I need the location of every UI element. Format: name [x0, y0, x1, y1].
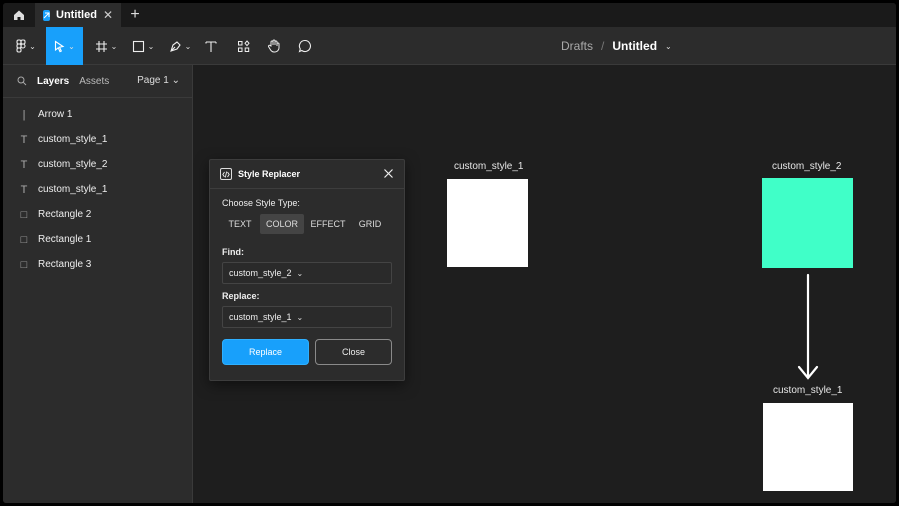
layer-item[interactable]: T custom_style_2 [3, 152, 192, 177]
choose-style-label: Choose Style Type: [222, 198, 300, 208]
figma-file-icon [43, 9, 50, 21]
tab-layers[interactable]: Layers [37, 76, 69, 87]
rectangle-white-bottom[interactable] [763, 403, 853, 491]
layer-item[interactable]: | Arrow 1 [3, 102, 192, 127]
pen-tool-button[interactable]: ⌄ [165, 27, 195, 65]
chevron-down-icon[interactable]: ⌄ [665, 42, 672, 51]
cursor-arrow-icon [55, 39, 65, 52]
rectangle-icon [132, 40, 144, 52]
rectangle-icon: □ [20, 258, 28, 271]
figma-logo-icon [16, 39, 26, 53]
panel-tabs: Layers Assets Page 1 ⌄ [3, 65, 192, 98]
tab-assets[interactable]: Assets [79, 76, 109, 87]
comment-tool-button[interactable] [295, 27, 315, 65]
find-label: Find: [222, 247, 244, 257]
layer-item[interactable]: T custom_style_1 [3, 127, 192, 152]
resources-button[interactable] [233, 27, 253, 65]
shape-tool-button[interactable]: ⌄ [128, 27, 158, 65]
close-tab-icon[interactable]: ✕ [103, 8, 113, 22]
replace-select[interactable]: custom_style_1 ⌄ [222, 306, 392, 328]
layer-label: custom_style_1 [38, 184, 108, 195]
layer-label: Rectangle 2 [38, 209, 92, 220]
layer-label: custom_style_1 [38, 134, 108, 145]
replace-button[interactable]: Replace [222, 339, 309, 365]
layer-label: Rectangle 3 [38, 259, 92, 270]
new-tab-button[interactable]: + [121, 3, 149, 27]
tab-bar: Untitled ✕ + [3, 3, 896, 27]
find-select[interactable]: custom_style_2 ⌄ [222, 262, 392, 284]
frame-tool-button[interactable]: ⌄ [91, 27, 121, 65]
type-option-effect[interactable]: EFFECT [308, 214, 348, 234]
canvas-label[interactable]: custom_style_1 [454, 161, 523, 172]
text-icon: T [20, 158, 28, 171]
text-icon: T [20, 183, 28, 196]
document-title-area: Drafts / Untitled ⌄ [561, 27, 672, 65]
rectangle-white-top[interactable] [447, 179, 528, 267]
chevron-down-icon: ⌄ [184, 41, 192, 51]
chevron-down-icon: ⌄ [110, 41, 118, 51]
tab-label: Untitled [56, 9, 97, 21]
move-tool-button[interactable]: ⌄ [46, 27, 83, 65]
layer-label: Arrow 1 [38, 109, 73, 120]
layer-label: custom_style_2 [38, 159, 108, 170]
chevron-down-icon: ⌄ [147, 41, 155, 51]
search-icon[interactable] [17, 76, 27, 86]
hand-tool-button[interactable] [264, 27, 284, 65]
replace-label: Replace: [222, 291, 260, 301]
page-selector[interactable]: Page 1 ⌄ [137, 75, 180, 86]
home-icon [14, 10, 24, 20]
document-title[interactable]: Untitled [612, 39, 657, 53]
close-icon[interactable] [383, 168, 394, 179]
layer-item[interactable]: □ Rectangle 1 [3, 227, 192, 252]
type-option-color[interactable]: COLOR [260, 214, 304, 234]
code-icon [220, 168, 232, 180]
hand-icon [268, 39, 280, 53]
type-option-text[interactable]: TEXT [222, 214, 258, 234]
style-replacer-dialog: Style Replacer Choose Style Type: TEXT C… [209, 159, 405, 381]
layers-panel: Layers Assets Page 1 ⌄ | Arrow 1 T custo… [3, 65, 193, 503]
find-value: custom_style_2 [229, 268, 292, 278]
type-option-grid[interactable]: GRID [353, 214, 387, 234]
layer-item[interactable]: □ Rectangle 2 [3, 202, 192, 227]
rectangle-icon: □ [20, 208, 28, 221]
breadcrumb-separator: / [601, 39, 605, 53]
close-button[interactable]: Close [315, 339, 392, 365]
chevron-down-icon: ⌄ [296, 268, 304, 278]
text-tool-button[interactable] [201, 27, 221, 65]
dialog-title: Style Replacer [238, 169, 301, 179]
chevron-down-icon: ⌄ [296, 312, 304, 322]
app-window: Untitled ✕ + ⌄ ⌄ ⌄ ⌄ ⌄ Drafts / Untitled… [0, 0, 899, 506]
text-icon [205, 40, 217, 52]
line-icon: | [22, 108, 26, 121]
rectangle-icon: □ [20, 233, 28, 246]
replace-value: custom_style_1 [229, 312, 292, 322]
layer-label: Rectangle 1 [38, 234, 92, 245]
text-icon: T [20, 133, 28, 146]
breadcrumb-drafts[interactable]: Drafts [561, 39, 593, 53]
comment-icon [298, 39, 311, 53]
toolbar: ⌄ ⌄ ⌄ ⌄ ⌄ Drafts / Untitled ⌄ [3, 27, 896, 65]
layer-item[interactable]: T custom_style_1 [3, 177, 192, 202]
rectangle-teal[interactable] [762, 178, 853, 268]
canvas-label[interactable]: custom_style_2 [772, 161, 841, 172]
canvas-label[interactable]: custom_style_1 [773, 385, 842, 396]
chevron-down-icon: ⌄ [68, 41, 75, 51]
chevron-down-icon: ⌄ [29, 41, 36, 51]
home-button[interactable] [3, 3, 35, 27]
tab-untitled[interactable]: Untitled ✕ [35, 3, 121, 27]
dialog-header: Style Replacer [210, 160, 404, 189]
arrow-line[interactable] [794, 273, 822, 383]
main-menu-button[interactable]: ⌄ [11, 27, 41, 65]
frame-icon [95, 40, 107, 52]
resources-icon [237, 39, 250, 52]
layer-item[interactable]: □ Rectangle 3 [3, 252, 192, 277]
pen-icon [169, 40, 181, 52]
